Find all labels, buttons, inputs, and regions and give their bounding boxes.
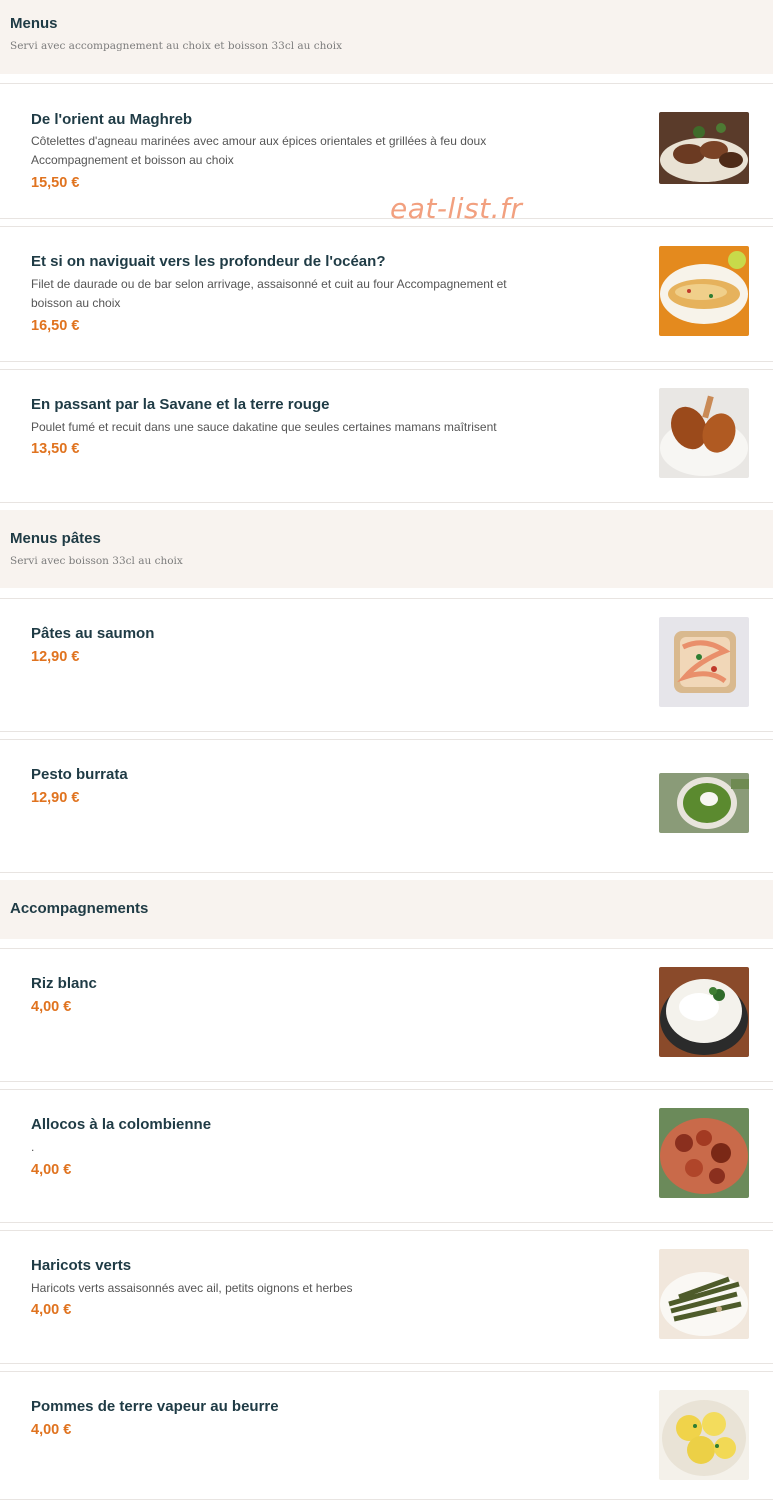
salmon-pasta-photo xyxy=(659,617,749,707)
item-description-line: . xyxy=(31,1140,35,1154)
menu-item-pommes-de-terre[interactable]: Pommes de terre vapeur au beurre 4,00 € xyxy=(0,1371,773,1500)
section-title: Menus pâtes xyxy=(10,530,101,547)
section-header-menus: Menus Servi avec accompagnement au choix… xyxy=(0,0,773,74)
section-subtitle: Servi avec boisson 33cl au choix xyxy=(10,555,183,567)
item-description-line: Accompagnement et boisson au choix xyxy=(31,153,234,167)
section-title: Accompagnements xyxy=(10,900,149,917)
watermark: eat-list.fr xyxy=(390,192,523,225)
item-title: De l'orient au Maghreb xyxy=(31,111,193,128)
fish-dish-photo xyxy=(659,246,749,336)
item-price: 13,50 € xyxy=(31,441,80,457)
item-title: Pommes de terre vapeur au beurre xyxy=(31,1398,279,1415)
item-price: 4,00 € xyxy=(31,999,72,1015)
menu-item-haricots-verts[interactable]: Haricots verts Haricots verts assaisonné… xyxy=(0,1230,773,1364)
section-header-menus-pates: Menus pâtes Servi avec boisson 33cl au c… xyxy=(0,510,773,588)
lamb-dish-photo xyxy=(659,112,749,184)
menu-item-pesto-burrata[interactable]: Pesto burrata 12,90 € xyxy=(0,739,773,873)
item-description: . xyxy=(31,1138,571,1157)
item-price: 4,00 € xyxy=(31,1422,72,1438)
item-title: Riz blanc xyxy=(31,975,97,992)
item-title: Haricots verts xyxy=(31,1257,132,1274)
plantain-photo xyxy=(659,1108,749,1198)
menu-item-riz-blanc[interactable]: Riz blanc 4,00 € xyxy=(0,948,773,1082)
menu-item-orient-maghreb[interactable]: De l'orient au Maghreb Côtelettes d'agne… xyxy=(0,83,773,219)
item-price: 4,00 € xyxy=(31,1302,72,1318)
item-price: 4,00 € xyxy=(31,1162,72,1178)
menu-item-allocos[interactable]: Allocos à la colombienne . 4,00 € xyxy=(0,1089,773,1223)
menu-item-ocean[interactable]: Et si on naviguait vers les profondeur d… xyxy=(0,226,773,362)
item-price: 16,50 € xyxy=(31,318,80,334)
menu-item-pates-saumon[interactable]: Pâtes au saumon 12,90 € xyxy=(0,598,773,732)
item-description: Poulet fumé et recuit dans une sauce dak… xyxy=(31,418,571,437)
item-title: En passant par la Savane et la terre rou… xyxy=(31,396,330,413)
white-rice-photo xyxy=(659,967,749,1057)
item-description: Haricots verts assaisonnés avec ail, pet… xyxy=(31,1279,571,1298)
item-title: Pâtes au saumon xyxy=(31,625,155,642)
potatoes-photo xyxy=(659,1390,749,1480)
section-header-accompagnements: Accompagnements xyxy=(0,880,773,939)
item-description-line: Filet de daurade ou de bar selon arrivag… xyxy=(31,277,507,291)
item-description-line: Poulet fumé et recuit dans une sauce dak… xyxy=(31,420,497,434)
item-title: Pesto burrata xyxy=(31,766,128,783)
item-description: Côtelettes d'agneau marinées avec amour … xyxy=(31,132,571,170)
pesto-burrata-photo xyxy=(659,773,749,833)
item-price: 12,90 € xyxy=(31,649,80,665)
item-title: Et si on naviguait vers les profondeur d… xyxy=(31,253,386,270)
item-price: 15,50 € xyxy=(31,175,80,191)
item-price: 12,90 € xyxy=(31,790,80,806)
item-description: Filet de daurade ou de bar selon arrivag… xyxy=(31,275,571,313)
item-description-line: Côtelettes d'agneau marinées avec amour … xyxy=(31,134,487,148)
section-title: Menus xyxy=(10,15,58,32)
chicken-dish-photo xyxy=(659,388,749,478)
green-beans-photo xyxy=(659,1249,749,1339)
item-description-line: boisson au choix xyxy=(31,296,121,310)
item-description-line: Haricots verts assaisonnés avec ail, pet… xyxy=(31,1281,353,1295)
menu-item-savane[interactable]: En passant par la Savane et la terre rou… xyxy=(0,369,773,503)
section-subtitle: Servi avec accompagnement au choix et bo… xyxy=(10,40,343,52)
item-title: Allocos à la colombienne xyxy=(31,1116,212,1133)
